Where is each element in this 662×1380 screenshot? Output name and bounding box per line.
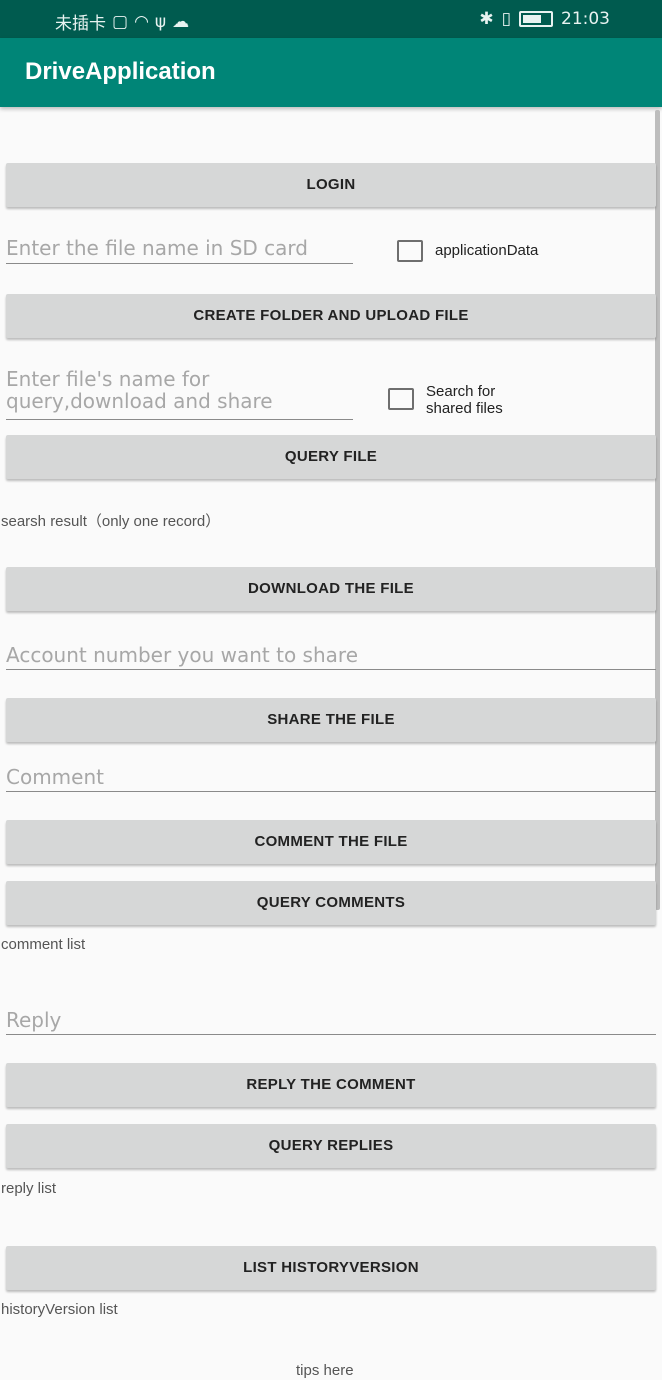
query-file-button[interactable]: QUERY FILE — [6, 435, 656, 479]
query-comments-button[interactable]: QUERY COMMENTS — [6, 881, 656, 925]
comment-list-text: comment list — [1, 936, 86, 953]
reply-input[interactable]: Reply — [6, 1008, 656, 1035]
usb-icon: ψ — [154, 11, 167, 32]
application-data-label: applicationData — [435, 242, 539, 259]
shared-files-label: Search for shared files — [426, 383, 503, 417]
comment-file-button[interactable]: COMMENT THE FILE — [6, 820, 656, 864]
app-bar: DriveApplication — [0, 38, 662, 107]
login-button[interactable]: LOGIN — [6, 163, 656, 207]
reply-list-text: reply list — [1, 1180, 57, 1197]
carrier-text: 未插卡 — [55, 14, 106, 34]
cloud-icon: ☁ — [172, 11, 190, 32]
sim-icon: ▢ — [112, 11, 129, 32]
wifi-icon: ◠ — [134, 11, 149, 32]
application-data-checkbox[interactable] — [397, 240, 423, 262]
download-file-button[interactable]: DOWNLOAD THE FILE — [6, 567, 656, 611]
query-replies-button[interactable]: QUERY REPLIES — [6, 1124, 656, 1168]
history-version-list-text: historyVersion list — [1, 1301, 118, 1318]
clock: 21:03 — [561, 9, 610, 29]
app-title: DriveApplication — [25, 58, 216, 85]
tips-text: tips here — [296, 1362, 354, 1379]
list-history-version-button[interactable]: LIST HISTORYVERSION — [6, 1246, 656, 1290]
sd-file-input[interactable]: Enter the file name in SD card — [6, 236, 353, 264]
battery-icon — [519, 11, 553, 27]
reply-comment-button[interactable]: REPLY THE COMMENT — [6, 1063, 656, 1107]
comment-input[interactable]: Comment — [6, 765, 656, 792]
account-input[interactable]: Account number you want to share — [6, 643, 656, 670]
query-file-input[interactable]: Enter file's name for query,download and… — [6, 368, 353, 420]
bluetooth-icon: ✱ — [479, 9, 494, 29]
shared-files-checkbox[interactable] — [388, 388, 414, 410]
search-result-text: searsh result（only one record） — [1, 513, 221, 530]
share-file-button[interactable]: SHARE THE FILE — [6, 698, 656, 742]
create-folder-upload-button[interactable]: CREATE FOLDER AND UPLOAD FILE — [6, 294, 656, 338]
vibrate-icon: ▯ — [501, 9, 511, 29]
status-bar: 未插卡 ▢ ◠ ψ ☁ ✱ ▯ 21:03 — [0, 0, 662, 38]
